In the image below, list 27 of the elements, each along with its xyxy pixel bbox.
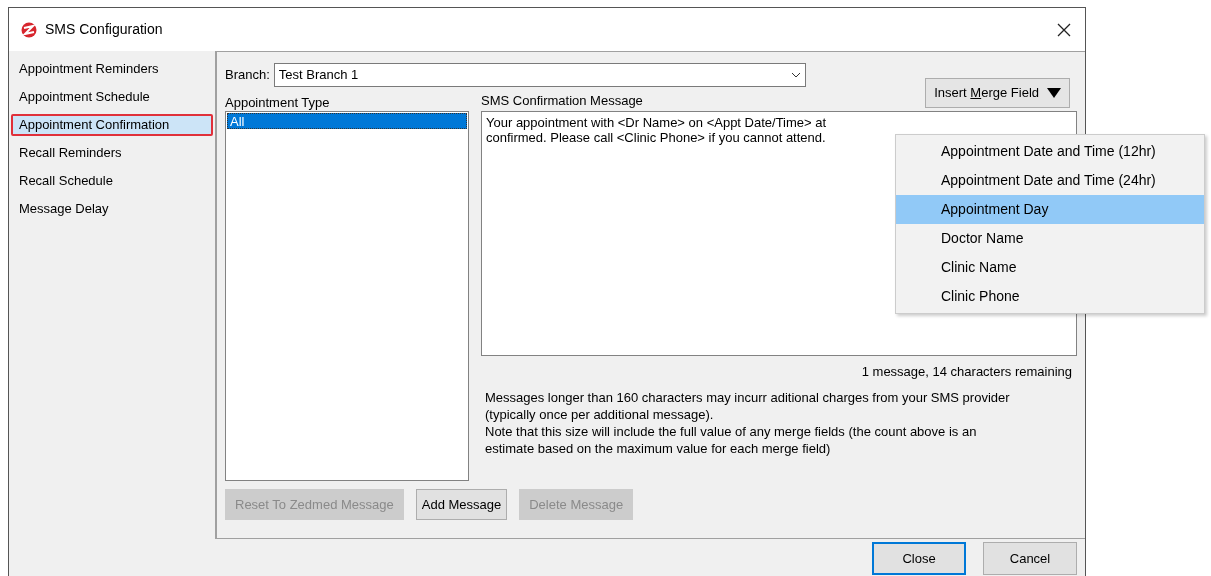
sidebar-item[interactable]: Appointment Reminders: [11, 58, 215, 80]
dialog-button[interactable]: Close: [872, 542, 966, 575]
message-text-line: Your appointment with <Dr Name> on <Appt Date/Time> at: [486, 115, 827, 130]
info-paragraph: Note that this size will include the full value of any merge fields (the count above is an estimate based on the maximum value for each merge field): [485, 422, 978, 457]
close-icon[interactable]: [1057, 22, 1071, 37]
sidebar-item[interactable]: Message Delay: [11, 198, 215, 220]
app-logo-icon: [21, 21, 37, 38]
branch-label: Branch:: [225, 66, 270, 85]
message-text-line: confirmed. Please call <Clinic Phone> if you cannot attend.: [486, 130, 826, 145]
chevron-down-icon: [790, 72, 801, 78]
appointment-type-label: Appointment Type: [225, 95, 331, 111]
window-title: SMS Configuration: [45, 20, 163, 39]
dialog-button[interactable]: Cancel: [983, 542, 1077, 575]
action-button[interactable]: Add Message: [415, 489, 508, 520]
message-label: SMS Confirmation Message: [481, 91, 643, 110]
sidebar-item[interactable]: Recall Reminders: [11, 142, 215, 164]
menu-item[interactable]: Appointment Day: [896, 195, 1204, 224]
character-counter: 1 message, 14 characters remaining: [861, 363, 1072, 381]
sidebar-item[interactable]: Appointment Confirmation: [11, 114, 213, 136]
branch-dropdown[interactable]: Test Branch 1: [273, 63, 806, 87]
sidebar-item[interactable]: Recall Schedule: [11, 170, 215, 192]
sidebar-item[interactable]: Appointment Schedule: [11, 86, 215, 108]
dropdown-triangle-icon: [1047, 88, 1061, 98]
list-item[interactable]: All: [227, 113, 467, 129]
insert-merge-field-button[interactable]: Insert Merge Field: [925, 78, 1070, 108]
info-paragraph: Messages longer than 160 characters may incurr aditional charges from your SMS provider (typically once per additional message).: [485, 388, 1011, 423]
appointment-type-list[interactable]: All: [225, 111, 469, 481]
